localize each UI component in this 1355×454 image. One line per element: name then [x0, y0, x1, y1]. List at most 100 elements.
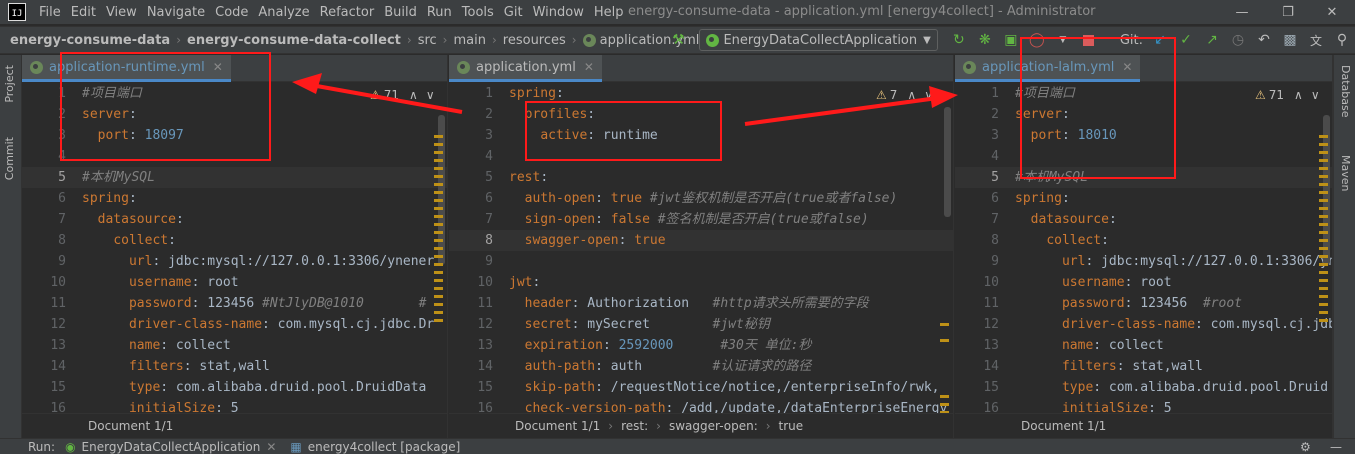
editor-breadcrumb-item[interactable]: rest:	[621, 419, 648, 433]
error-stripe-mark[interactable]	[1319, 295, 1328, 298]
error-stripe-mark[interactable]	[434, 143, 443, 146]
intellij-logo-icon[interactable]: IJ	[8, 3, 26, 21]
tool-tab-database[interactable]: Database	[1339, 65, 1352, 118]
error-stripe-mark[interactable]	[1319, 191, 1328, 194]
menu-analyze[interactable]: Analyze	[253, 5, 314, 20]
next-highlight-icon[interactable]: ∨	[924, 88, 933, 102]
tool-tab-maven[interactable]: Maven	[1339, 155, 1352, 191]
breadcrumb-item[interactable]: energy-consume-data	[10, 33, 170, 48]
error-stripe-mark[interactable]	[1319, 239, 1328, 242]
error-stripe-mark[interactable]	[434, 231, 443, 234]
error-stripe-mark[interactable]	[434, 271, 443, 274]
error-stripe-mark[interactable]	[1319, 255, 1328, 258]
error-stripe-mark[interactable]	[1319, 303, 1328, 306]
error-stripe-mark[interactable]	[1319, 159, 1328, 162]
error-stripe-mark[interactable]	[434, 303, 443, 306]
project-structure-icon[interactable]: ▩	[1277, 29, 1303, 51]
run-tab-app[interactable]: EnergyDataCollectApplication	[82, 440, 261, 454]
editor-tab[interactable]: application.yml ✕	[449, 55, 602, 82]
menu-window[interactable]: Window	[528, 5, 589, 20]
close-window-icon[interactable]: ✕	[1309, 0, 1355, 24]
debug-bug-icon[interactable]: ❋	[972, 29, 998, 51]
next-highlight-icon[interactable]: ∨	[426, 88, 435, 102]
error-stripe-mark[interactable]	[434, 183, 443, 186]
menu-help[interactable]: Help	[589, 5, 629, 20]
run-configuration-select[interactable]: EnergyDataCollectApplication ▼	[699, 29, 938, 51]
inspection-widget[interactable]: ⚠ 7 ∧ ∨	[876, 88, 933, 102]
error-stripe-mark[interactable]	[1319, 223, 1328, 226]
error-stripe-mark[interactable]	[434, 215, 443, 218]
error-stripe-mark[interactable]	[1319, 247, 1328, 250]
error-stripe-mark[interactable]	[940, 323, 949, 326]
error-stripe-mark[interactable]	[1319, 311, 1328, 314]
error-stripe-mark[interactable]	[434, 247, 443, 250]
menu-git[interactable]: Git	[499, 5, 528, 20]
error-stripe-mark[interactable]	[1319, 135, 1328, 138]
build-hammer-icon[interactable]: ⚒	[665, 29, 691, 51]
error-stripe-mark[interactable]	[434, 191, 443, 194]
error-stripe-mark[interactable]	[1319, 183, 1328, 186]
error-stripe-mark[interactable]	[1319, 167, 1328, 170]
error-stripe-mark[interactable]	[434, 199, 443, 202]
run-tab-package[interactable]: energy4collect [package]	[308, 440, 461, 454]
error-stripe-mark[interactable]	[434, 279, 443, 282]
error-stripe-mark[interactable]	[434, 151, 443, 154]
error-stripe-mark[interactable]	[434, 167, 443, 170]
error-stripe-mark[interactable]	[434, 159, 443, 162]
restore-icon[interactable]: ❐	[1265, 0, 1311, 24]
error-stripe-mark[interactable]	[1319, 199, 1328, 202]
error-stripe-mark[interactable]	[1319, 287, 1328, 290]
error-stripe-mark[interactable]	[434, 255, 443, 258]
error-stripe-mark[interactable]	[1319, 151, 1328, 154]
minimize-icon[interactable]: —	[1219, 0, 1265, 24]
search-icon[interactable]: ⚲	[1329, 29, 1355, 51]
error-stripe-mark[interactable]	[434, 287, 443, 290]
menu-run[interactable]: Run	[422, 5, 457, 20]
error-stripe-mark[interactable]	[940, 395, 949, 398]
error-stripe-mark[interactable]	[434, 207, 443, 210]
run-tab-close-icon[interactable]: ✕	[266, 440, 276, 454]
menu-tools[interactable]: Tools	[457, 5, 499, 20]
error-stripe-mark[interactable]	[1319, 207, 1328, 210]
editor-breadcrumb-item[interactable]: Document 1/1	[515, 419, 600, 433]
run-settings-gear-icon[interactable]: ⚙	[1300, 440, 1311, 454]
rollback-icon[interactable]: ↶	[1251, 29, 1277, 51]
error-stripe-mark[interactable]	[434, 135, 443, 138]
editor-breadcrumb-item[interactable]: Document 1/1	[1021, 419, 1106, 433]
menu-navigate[interactable]: Navigate	[142, 5, 210, 20]
error-stripe-mark[interactable]	[1319, 271, 1328, 274]
breadcrumb-item[interactable]: src	[418, 33, 437, 48]
vertical-scrollbar[interactable]	[944, 107, 951, 217]
tab-close-icon[interactable]: ✕	[584, 60, 594, 74]
error-stripe-mark[interactable]	[434, 223, 443, 226]
error-stripe-mark[interactable]	[434, 295, 443, 298]
menu-build[interactable]: Build	[379, 5, 422, 20]
menu-file[interactable]: File	[34, 5, 66, 20]
error-stripe-mark[interactable]	[940, 339, 949, 342]
inspection-widget[interactable]: ⚠ 71 ∧ ∨	[370, 88, 435, 102]
menu-code[interactable]: Code	[210, 5, 253, 20]
previous-highlight-icon[interactable]: ∧	[907, 88, 916, 102]
error-stripe-mark[interactable]	[1319, 263, 1328, 266]
history-clock-icon[interactable]: ◷	[1225, 29, 1251, 51]
inspection-widget[interactable]: ⚠ 71 ∧ ∨	[1255, 88, 1320, 102]
previous-highlight-icon[interactable]: ∧	[1294, 88, 1303, 102]
menu-view[interactable]: View	[101, 5, 142, 20]
error-stripe-mark[interactable]	[1319, 175, 1328, 178]
editor-breadcrumb-item[interactable]: Document 1/1	[88, 419, 173, 433]
tool-tab-commit[interactable]: Commit	[3, 137, 16, 180]
breadcrumb-item[interactable]: resources	[503, 33, 566, 48]
error-stripe-mark[interactable]	[1319, 215, 1328, 218]
error-stripe-mark[interactable]	[1319, 231, 1328, 234]
error-stripe-mark[interactable]	[434, 175, 443, 178]
error-stripe-mark[interactable]	[434, 263, 443, 266]
error-stripe-mark[interactable]	[434, 239, 443, 242]
breadcrumb-item[interactable]: energy-consume-data-collect	[187, 33, 401, 48]
error-stripe-mark[interactable]	[434, 311, 443, 314]
git-commit-icon[interactable]: ✓	[1173, 29, 1199, 51]
error-stripe-mark[interactable]	[434, 319, 443, 322]
error-stripe-mark[interactable]	[940, 403, 949, 406]
git-push-icon[interactable]: ↗	[1199, 29, 1225, 51]
translate-icon[interactable]: 文	[1303, 29, 1329, 51]
next-highlight-icon[interactable]: ∨	[1311, 88, 1320, 102]
